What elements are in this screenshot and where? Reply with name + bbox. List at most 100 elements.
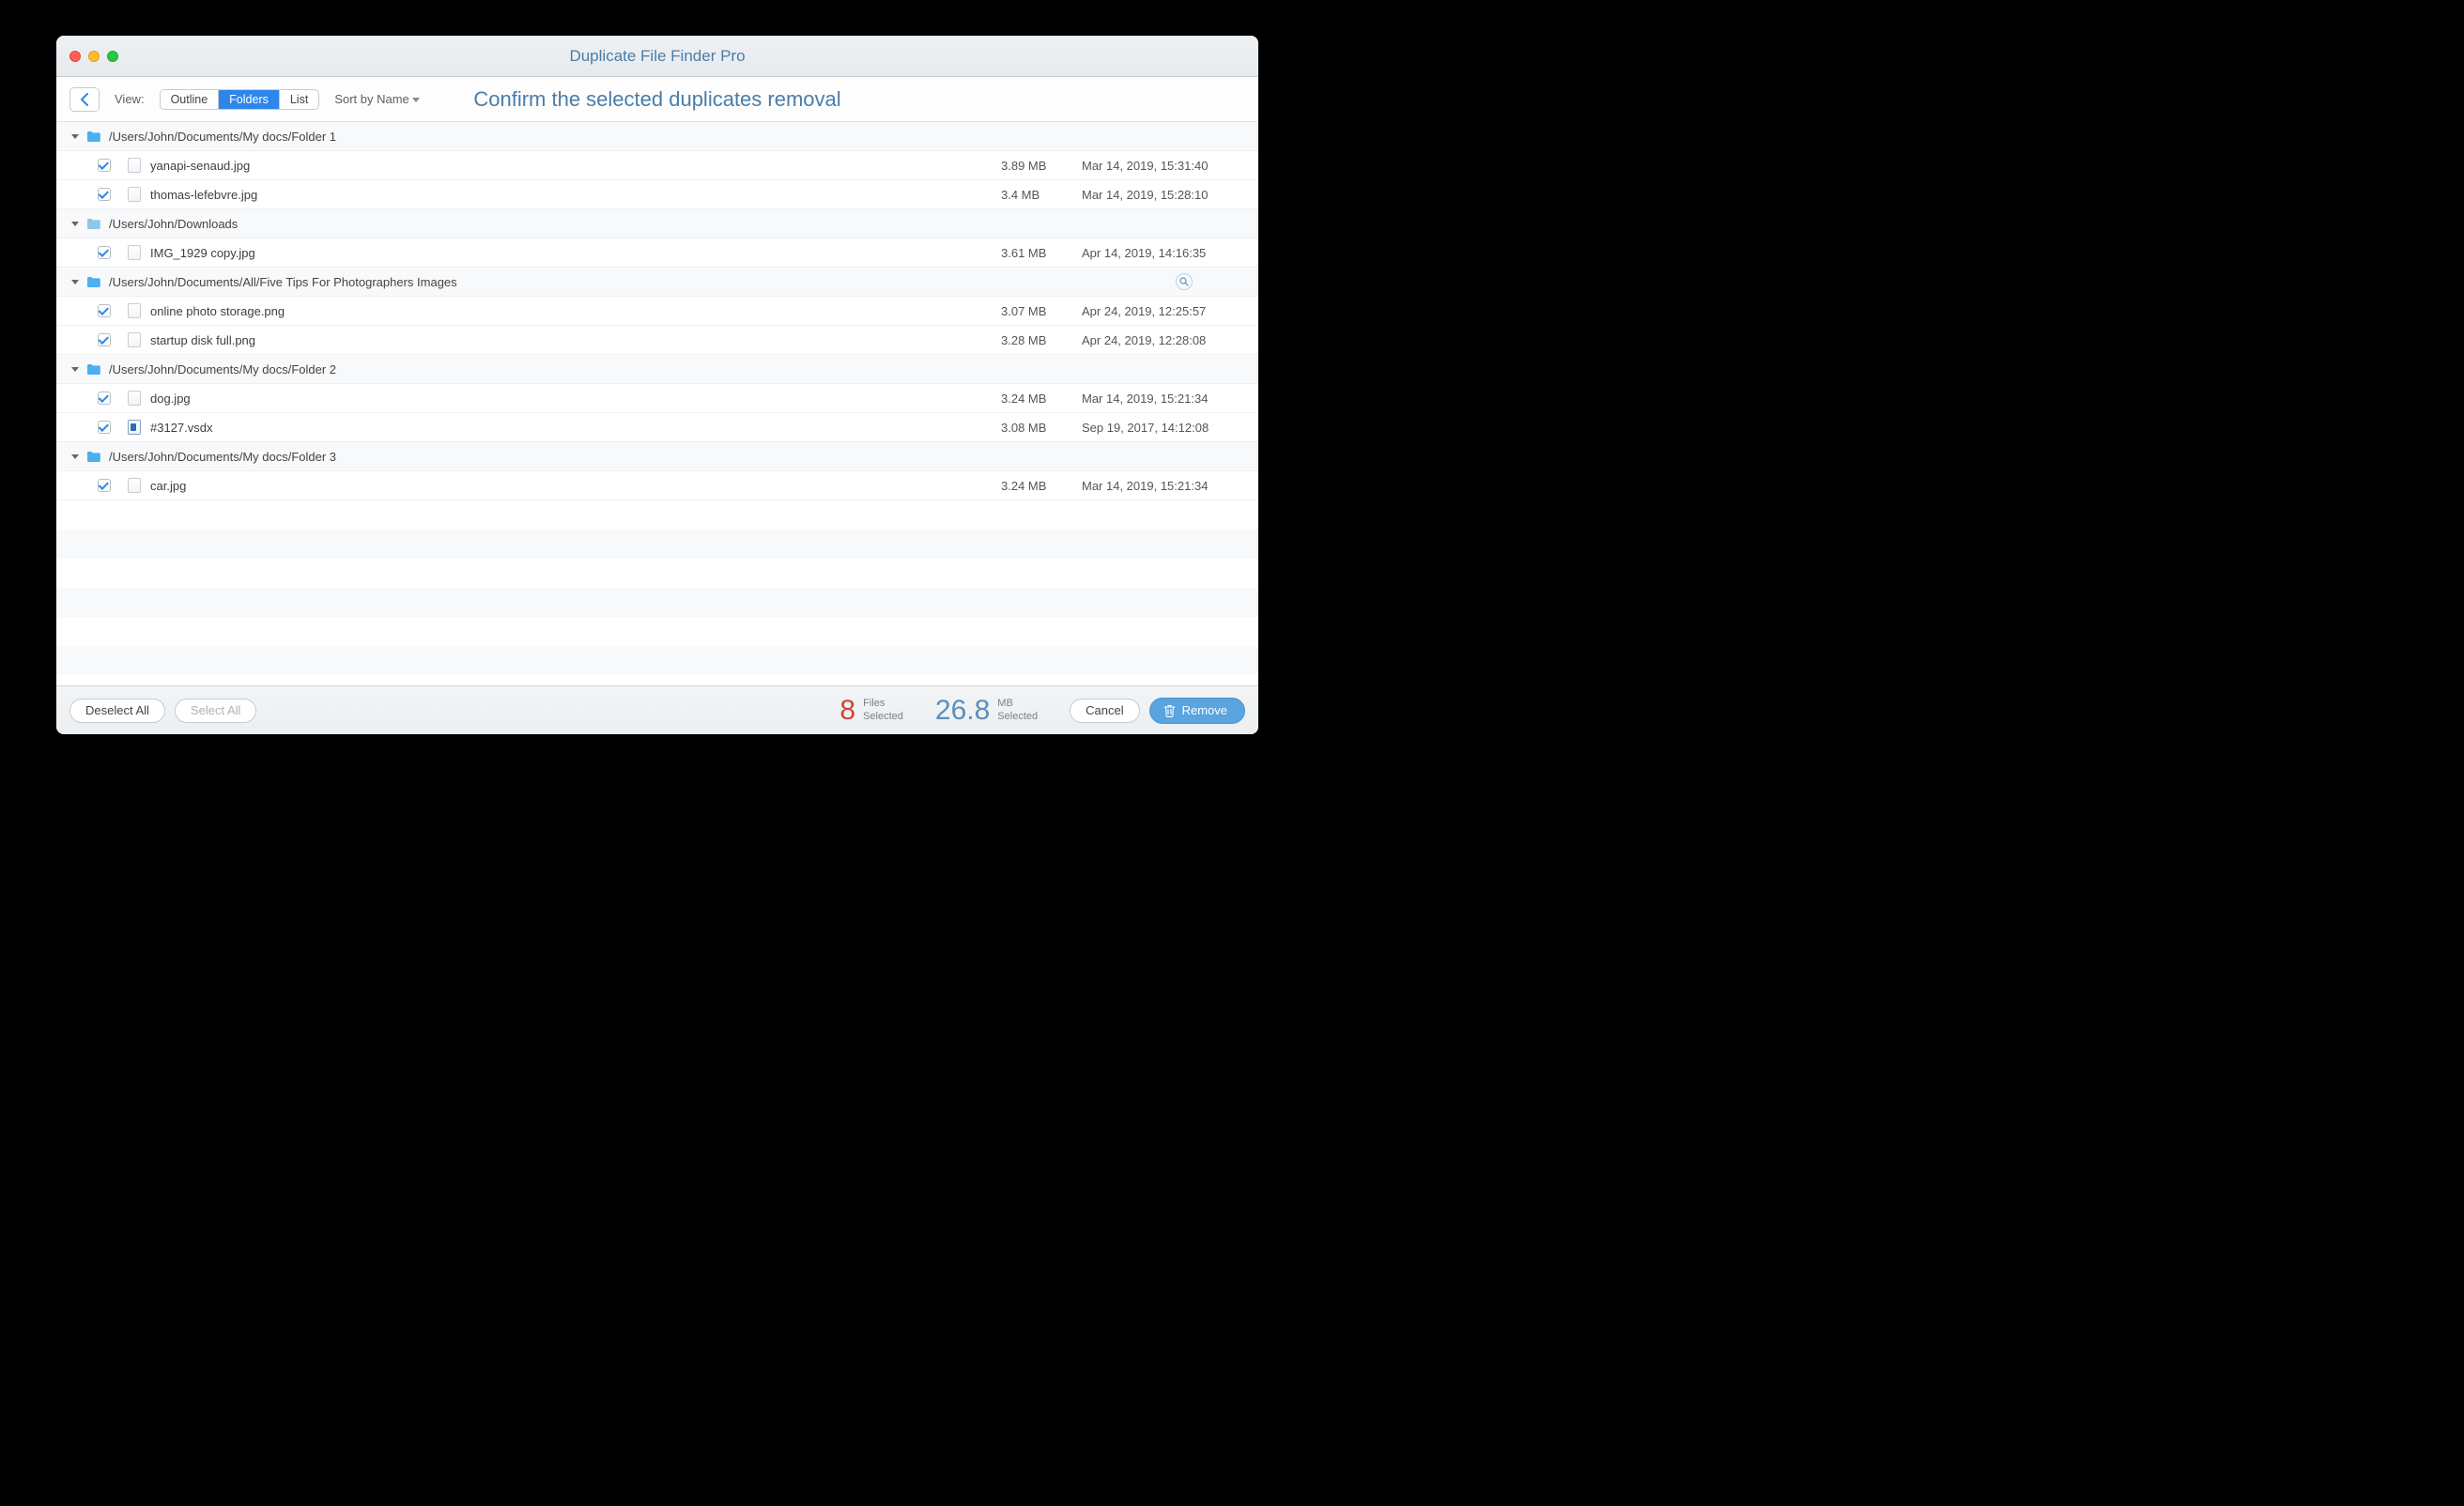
empty-row [56,617,1258,646]
file-checkbox[interactable] [98,392,111,405]
remove-label: Remove [1182,703,1227,717]
select-all-button[interactable]: Select All [175,699,256,723]
file-size: 3.24 MB [1001,479,1074,493]
size-selected-stat: 26.8 MB Selected [935,695,1038,727]
file-icon [128,187,141,202]
cancel-button[interactable]: Cancel [1070,699,1139,723]
view-label: View: [115,92,145,106]
disclosure-triangle-icon[interactable] [71,367,79,372]
file-icon [128,303,141,318]
view-folders-tab[interactable]: Folders [219,90,280,109]
file-name: car.jpg [150,479,1001,493]
empty-row [56,530,1258,559]
file-row[interactable]: online photo storage.png 3.07 MB Apr 24,… [56,297,1258,326]
file-size: 3.89 MB [1001,159,1074,173]
file-checkbox[interactable] [98,304,111,317]
file-row[interactable]: dog.jpg 3.24 MB Mar 14, 2019, 15:21:34 [56,384,1258,413]
file-icon [128,332,141,347]
file-size: 3.4 MB [1001,188,1074,202]
group-path: /Users/John/Documents/My docs/Folder 1 [109,130,1243,144]
folder-icon [86,363,101,376]
file-row[interactable]: thomas-lefebvre.jpg 3.4 MB Mar 14, 2019,… [56,180,1258,209]
disclosure-triangle-icon[interactable] [71,454,79,459]
file-list[interactable]: /Users/John/Documents/My docs/Folder 1 y… [56,122,1258,685]
empty-row [56,559,1258,588]
toolbar: View: Outline Folders List Sort by Name … [56,77,1258,122]
file-date: Apr 14, 2019, 14:16:35 [1074,246,1243,260]
folder-icon [86,218,101,230]
file-date: Mar 14, 2019, 15:21:34 [1074,479,1243,493]
file-row[interactable]: IMG_1929 copy.jpg 3.61 MB Apr 14, 2019, … [56,238,1258,268]
group-path: /Users/John/Documents/My docs/Folder 3 [109,450,1243,464]
file-size: 3.61 MB [1001,246,1074,260]
size-label-top: MB [997,698,1038,710]
size-value: 26.8 [935,695,990,727]
view-outline-tab[interactable]: Outline [161,90,220,109]
reveal-button[interactable] [1176,273,1193,290]
sort-dropdown[interactable]: Sort by Name [334,92,419,106]
file-icon [128,391,141,406]
file-name: #3127.vsdx [150,421,1001,435]
page-headline: Confirm the selected duplicates removal [473,87,840,112]
group-row[interactable]: /Users/John/Documents/All/Five Tips For … [56,268,1258,297]
view-mode-segmented-control: Outline Folders List [160,89,320,110]
file-row[interactable]: car.jpg 3.24 MB Mar 14, 2019, 15:21:34 [56,471,1258,500]
size-label-bottom: Selected [997,711,1038,723]
file-checkbox[interactable] [98,246,111,259]
sort-label: Sort by Name [334,92,408,106]
file-icon [128,158,141,173]
file-name: dog.jpg [150,392,1001,406]
group-row[interactable]: /Users/John/Downloads [56,209,1258,238]
group-path: /Users/John/Documents/All/Five Tips For … [109,275,1176,289]
file-checkbox[interactable] [98,479,111,492]
titlebar: Duplicate File Finder Pro [56,36,1258,77]
folder-icon [86,131,101,143]
file-checkbox[interactable] [98,159,111,172]
file-name: IMG_1929 copy.jpg [150,246,1001,260]
group-row[interactable]: /Users/John/Documents/My docs/Folder 3 [56,442,1258,471]
folder-icon [86,451,101,463]
group-row[interactable]: /Users/John/Documents/My docs/Folder 1 [56,122,1258,151]
search-icon [1179,277,1189,286]
window-title: Duplicate File Finder Pro [56,47,1258,66]
group-path: /Users/John/Downloads [109,217,1243,231]
file-checkbox[interactable] [98,333,111,346]
file-size: 3.28 MB [1001,333,1074,347]
view-list-tab[interactable]: List [280,90,318,109]
files-selected-stat: 8 Files Selected [839,695,903,727]
file-date: Mar 14, 2019, 15:28:10 [1074,188,1243,202]
file-size: 3.24 MB [1001,392,1074,406]
file-row[interactable]: #3127.vsdx 3.08 MB Sep 19, 2017, 14:12:0… [56,413,1258,442]
folder-icon [86,276,101,288]
file-date: Apr 24, 2019, 12:25:57 [1074,304,1243,318]
zoom-window-button[interactable] [107,51,118,62]
empty-row [56,588,1258,617]
file-name: thomas-lefebvre.jpg [150,188,1001,202]
file-date: Mar 14, 2019, 15:31:40 [1074,159,1243,173]
group-path: /Users/John/Documents/My docs/Folder 2 [109,362,1243,376]
file-date: Apr 24, 2019, 12:28:08 [1074,333,1243,347]
back-button[interactable] [69,87,100,112]
minimize-window-button[interactable] [88,51,100,62]
trash-icon [1163,704,1176,717]
file-size: 3.07 MB [1001,304,1074,318]
file-name: startup disk full.png [150,333,1001,347]
group-row[interactable]: /Users/John/Documents/My docs/Folder 2 [56,355,1258,384]
file-name: online photo storage.png [150,304,1001,318]
close-window-button[interactable] [69,51,81,62]
file-date: Sep 19, 2017, 14:12:08 [1074,421,1243,435]
deselect-all-button[interactable]: Deselect All [69,699,165,723]
disclosure-triangle-icon[interactable] [71,280,79,284]
file-checkbox[interactable] [98,421,111,434]
file-row[interactable]: startup disk full.png 3.28 MB Apr 24, 20… [56,326,1258,355]
disclosure-triangle-icon[interactable] [71,222,79,226]
app-window: Duplicate File Finder Pro View: Outline … [56,36,1258,734]
file-row[interactable]: yanapi-senaud.jpg 3.89 MB Mar 14, 2019, … [56,151,1258,180]
file-icon [128,478,141,493]
empty-row [56,646,1258,675]
file-date: Mar 14, 2019, 15:21:34 [1074,392,1243,406]
remove-button[interactable]: Remove [1149,698,1245,724]
file-icon [128,420,141,435]
disclosure-triangle-icon[interactable] [71,134,79,139]
file-checkbox[interactable] [98,188,111,201]
